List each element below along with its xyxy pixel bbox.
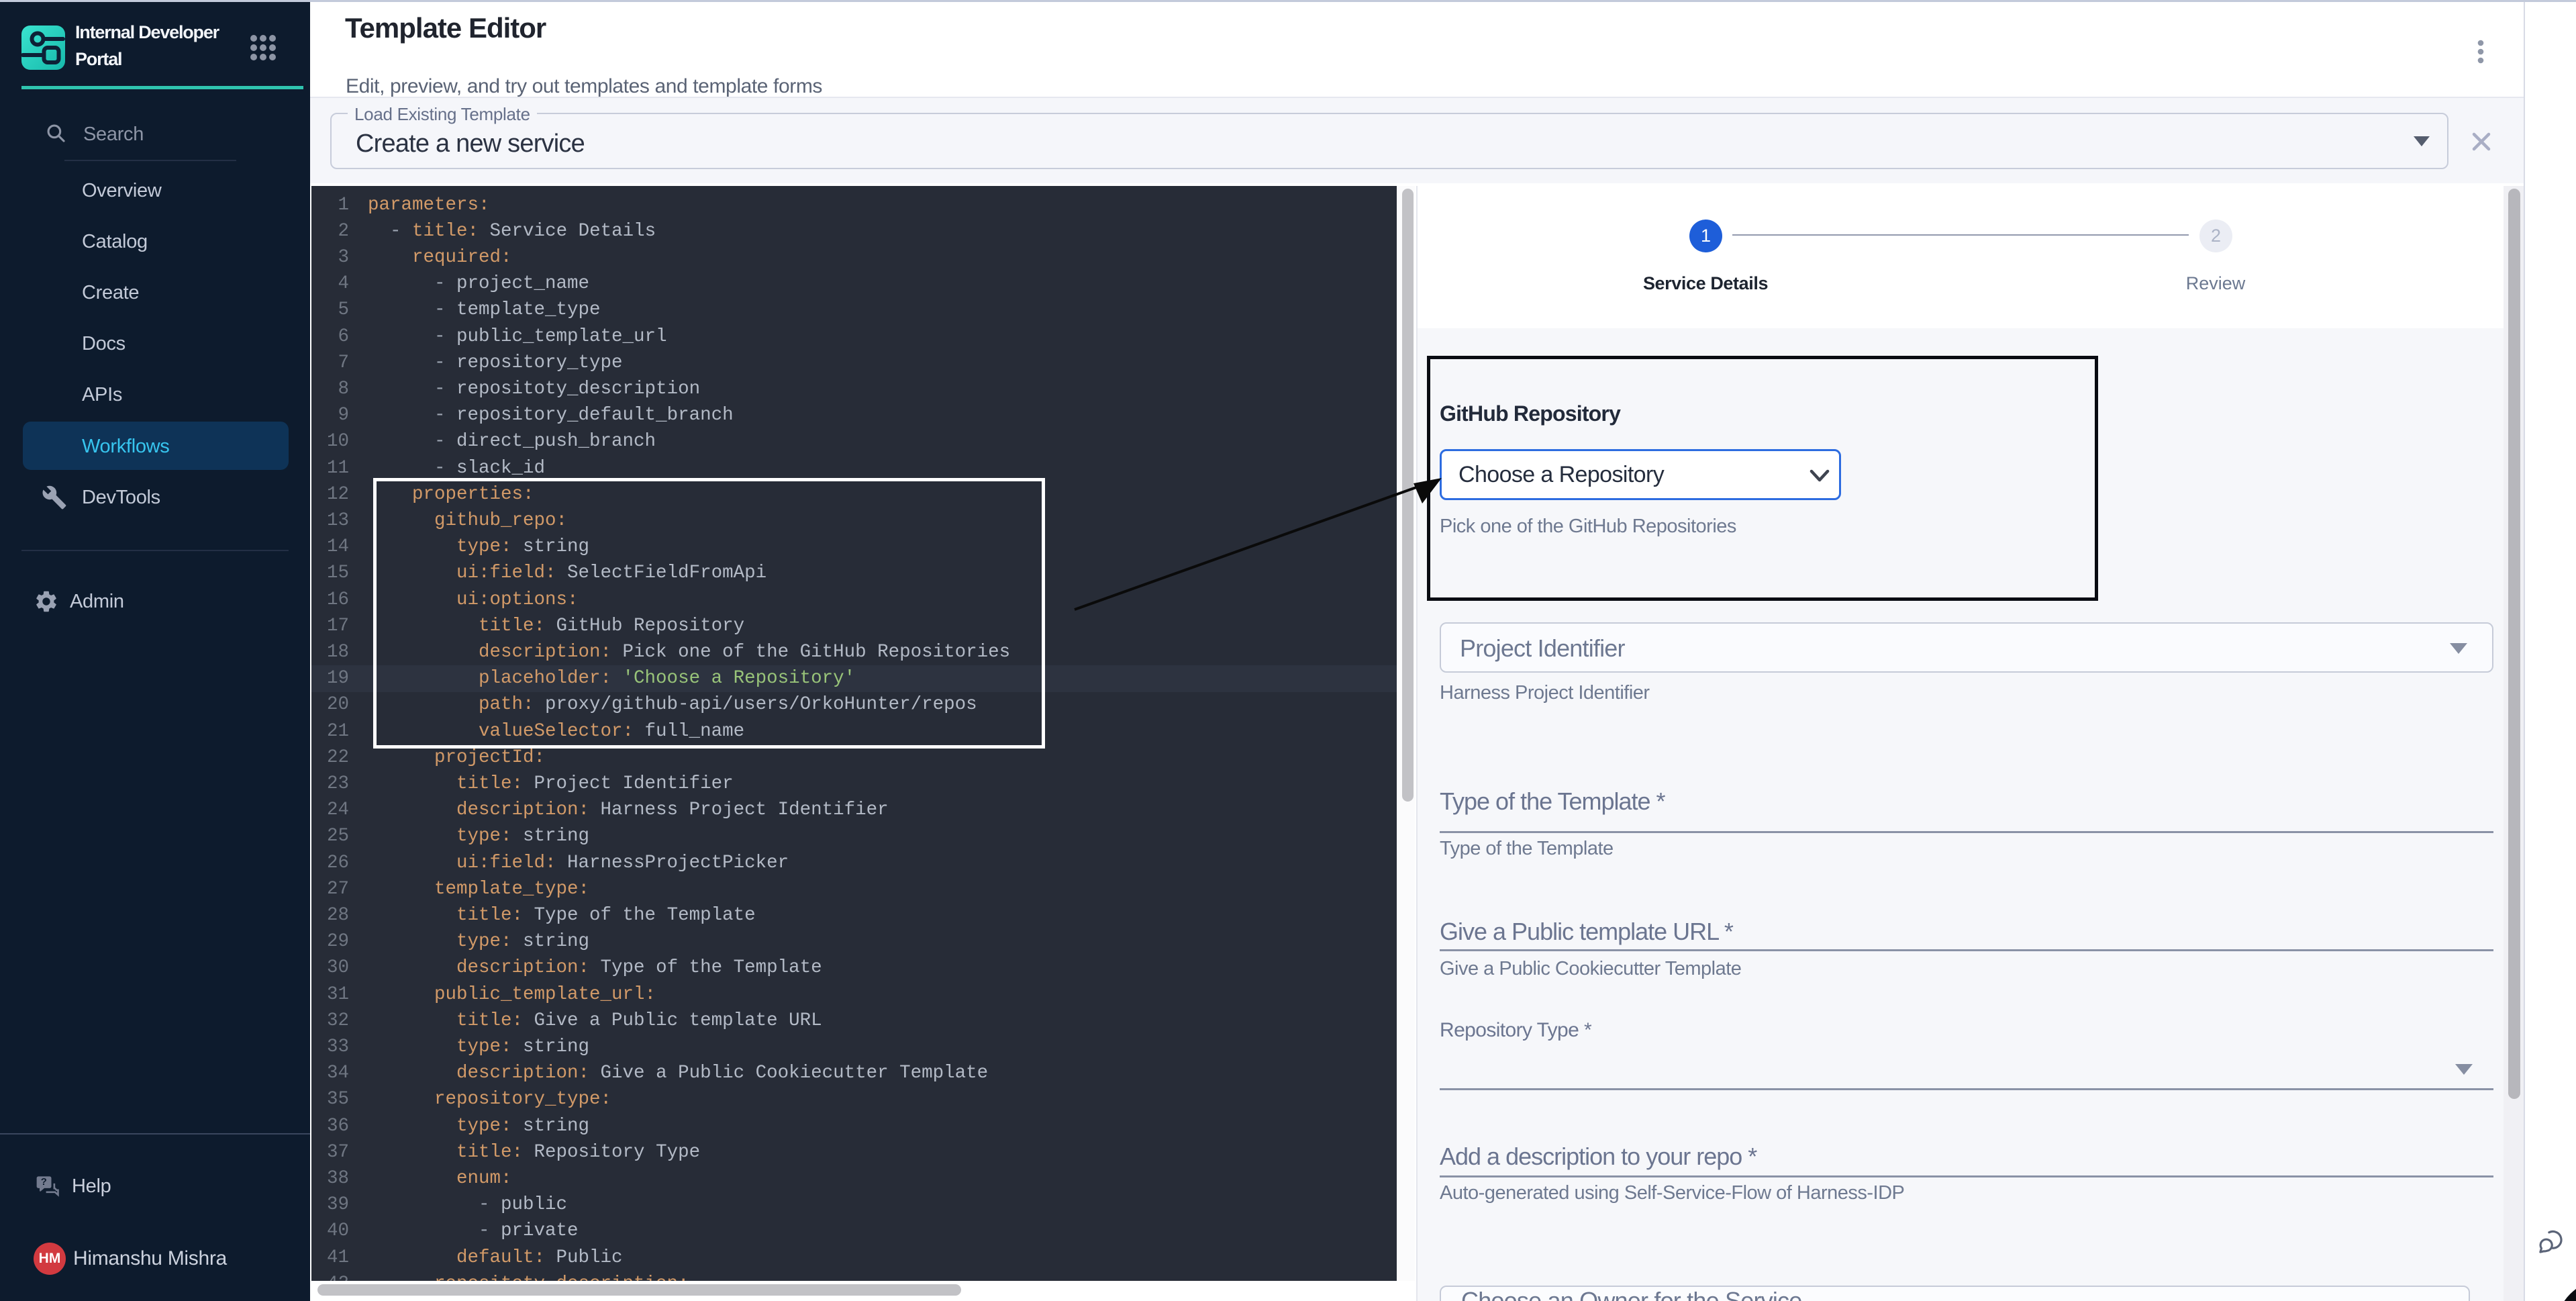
svg-text:?: ? [41, 1177, 47, 1188]
